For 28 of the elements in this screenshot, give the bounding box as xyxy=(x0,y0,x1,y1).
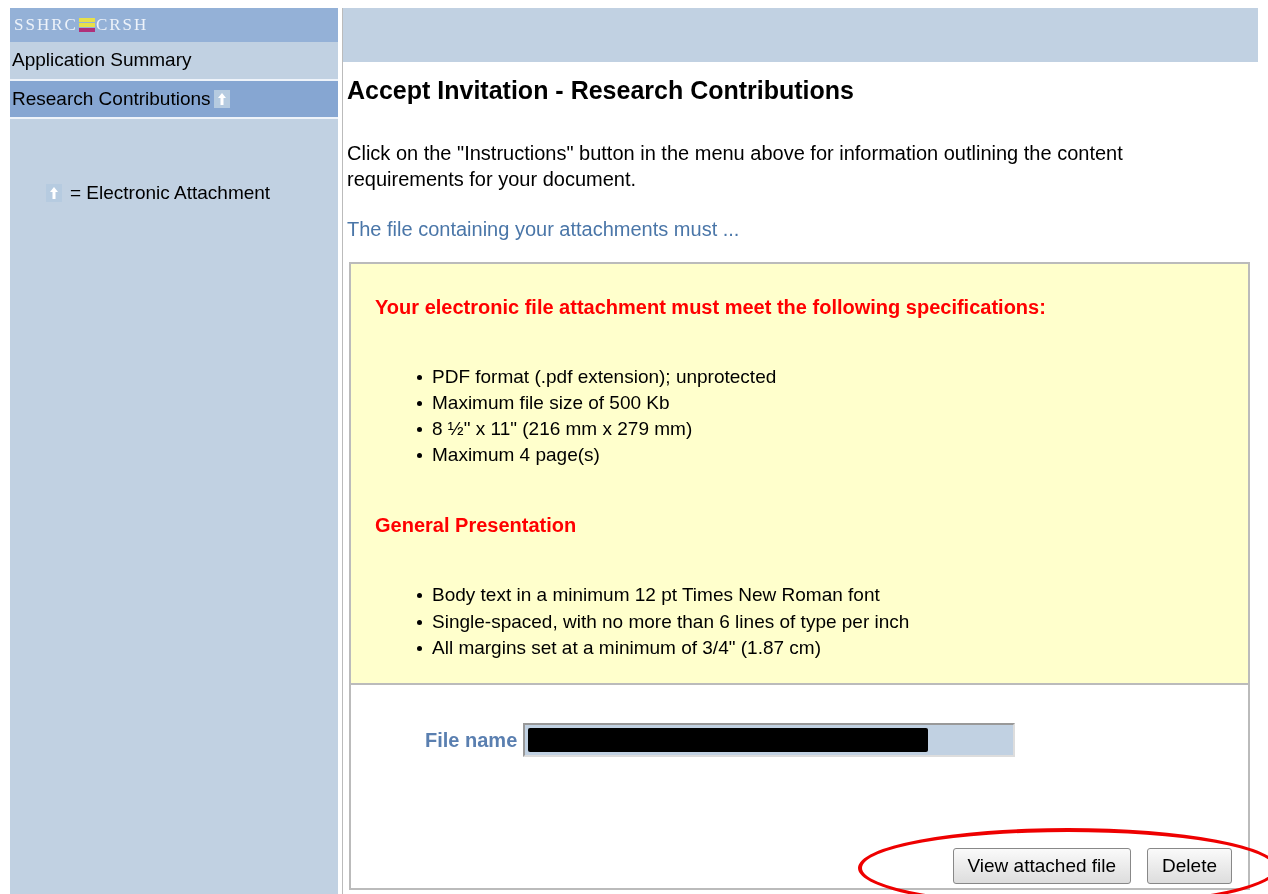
view-file-button[interactable]: View attached file xyxy=(952,847,1132,884)
bullet-text: Maximum 4 page(s) xyxy=(432,443,600,468)
bullet-icon xyxy=(417,374,422,380)
bullet-text: Single-spaced, with no more than 6 lines of type per inch xyxy=(432,609,910,634)
bullet-icon xyxy=(417,400,422,406)
bullet-icon xyxy=(417,645,422,651)
section-heading: Your electronic file attachment must meet the following specifications: xyxy=(375,294,1047,320)
bullet-icon xyxy=(417,453,422,459)
logo-text: SSHRC xyxy=(14,14,78,37)
legend-text: = Electronic Attachment xyxy=(70,181,271,205)
sidebar-item[interactable]: Research Contributions xyxy=(10,80,338,119)
bullet-text: All margins set at a minimum of 3/4" (1.87 cm) xyxy=(432,635,821,660)
page-title: Accept Invitation - Research Contributions xyxy=(347,75,855,106)
bullet-icon xyxy=(417,426,422,432)
section-heading: General Presentation xyxy=(375,513,578,539)
bullet-icon xyxy=(417,593,422,599)
intro-text: Click on the "Instructions" button in the menu above for information outlining the content requirements for your document. xyxy=(347,140,1124,192)
info-link[interactable]: The file containing your attachments must ... xyxy=(347,213,1258,244)
bullet-text: Maximum file size of 500 Kb xyxy=(432,390,670,415)
logo-flag-icon xyxy=(77,16,96,34)
logo-text: CRSH xyxy=(95,14,149,37)
bullet-text: PDF format (.pdf extension); unprotected xyxy=(432,364,777,389)
bullet-text: 8 ½" x 11" (216 mm x 279 mm) xyxy=(432,416,693,441)
delete-button[interactable]: Delete xyxy=(1147,847,1232,884)
field-label: File name xyxy=(425,728,518,754)
bullet-icon xyxy=(417,619,422,625)
bullet-text: Body text in a minimum 12 pt Times New Roman font xyxy=(432,583,880,608)
file-name-field[interactable] xyxy=(523,723,1016,758)
